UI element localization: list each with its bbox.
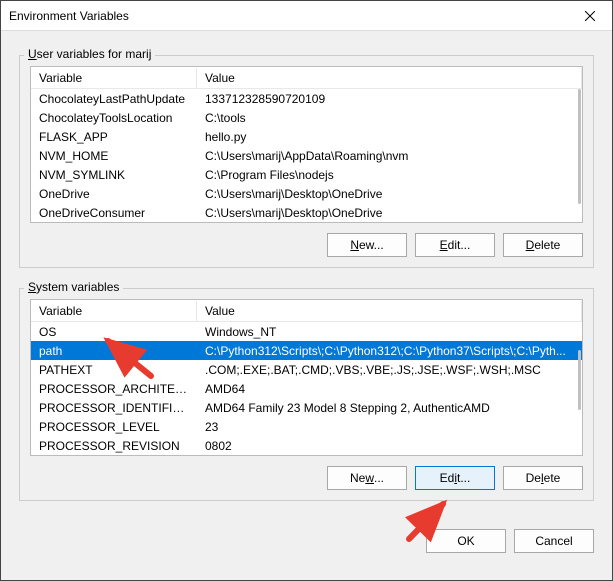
cancel-button[interactable]: Cancel xyxy=(514,529,594,553)
cell-value: AMD64 xyxy=(197,381,582,397)
table-row[interactable]: OneDriveConsumerC:\Users\marij\Desktop\O… xyxy=(31,203,582,222)
user-edit-button[interactable]: Edit... xyxy=(415,233,495,257)
scrollbar-thumb[interactable] xyxy=(578,89,581,204)
table-row[interactable]: FLASK_APPhello.py xyxy=(31,127,582,146)
cell-value: C:\Program Files\nodejs xyxy=(197,167,582,183)
cell-variable: PROCESSOR_REVISION xyxy=(31,438,197,454)
system-variables-label: System variables xyxy=(24,280,123,294)
cell-value: C:\Users\marij\Desktop\OneDrive xyxy=(197,205,582,221)
cell-variable: ChocolateyToolsLocation xyxy=(31,110,197,126)
table-row[interactable]: PROCESSOR_REVISION0802 xyxy=(31,436,582,455)
cell-value: .COM;.EXE;.BAT;.CMD;.VBS;.VBE;.JS;.JSE;.… xyxy=(197,362,582,378)
scrollbar-thumb[interactable] xyxy=(578,350,581,410)
cell-value: 23 xyxy=(197,419,582,435)
system-delete-button[interactable]: Delete xyxy=(503,466,583,490)
cell-variable: OS xyxy=(31,324,197,340)
list-header: Variable Value xyxy=(31,300,582,322)
table-row[interactable]: PATHEXT.COM;.EXE;.BAT;.CMD;.VBS;.VBE;.JS… xyxy=(31,360,582,379)
system-variables-group: System variables Variable Value OSWindow… xyxy=(19,288,594,501)
cell-value: hello.py xyxy=(197,129,582,145)
table-row[interactable]: ChocolateyLastPathUpdate1337123285907201… xyxy=(31,89,582,108)
ok-button[interactable]: OK xyxy=(426,529,506,553)
dialog-buttons-row: OK Cancel xyxy=(1,515,612,553)
cell-variable: FLASK_APP xyxy=(31,129,197,145)
close-button[interactable] xyxy=(567,1,612,31)
column-header-value[interactable]: Value xyxy=(197,68,582,89)
user-new-button[interactable]: New... xyxy=(327,233,407,257)
system-edit-button[interactable]: Edit... xyxy=(415,466,495,490)
table-row[interactable]: PROCESSOR_IDENTIFIERAMD64 Family 23 Mode… xyxy=(31,398,582,417)
cell-value: C:\tools xyxy=(197,110,582,126)
cell-variable: OneDriveConsumer xyxy=(31,205,197,221)
table-row[interactable]: PROCESSOR_LEVEL23 xyxy=(31,417,582,436)
titlebar: Environment Variables xyxy=(1,1,612,31)
dialog-content: User variables for marij Variable Value … xyxy=(1,31,612,515)
user-variables-label: User variables for marij xyxy=(24,47,155,61)
column-header-variable[interactable]: Variable xyxy=(31,301,197,322)
table-row[interactable]: NVM_HOMEC:\Users\marij\AppData\Roaming\n… xyxy=(31,146,582,165)
cell-value: AMD64 Family 23 Model 8 Stepping 2, Auth… xyxy=(197,400,582,416)
close-icon xyxy=(585,11,595,21)
column-header-value[interactable]: Value xyxy=(197,301,582,322)
table-row[interactable]: OSWindows_NT xyxy=(31,322,582,341)
list-header: Variable Value xyxy=(31,67,582,89)
cell-value: 133712328590720109 xyxy=(197,91,582,107)
cell-variable: NVM_SYMLINK xyxy=(31,167,197,183)
cell-value: C:\Python312\Scripts\;C:\Python312\;C:\P… xyxy=(197,343,582,359)
table-row[interactable]: NVM_SYMLINKC:\Program Files\nodejs xyxy=(31,165,582,184)
column-header-variable[interactable]: Variable xyxy=(31,68,197,89)
cell-value: C:\Users\marij\Desktop\OneDrive xyxy=(197,186,582,202)
cell-variable: OneDrive xyxy=(31,186,197,202)
cell-value: C:\Users\marij\AppData\Roaming\nvm xyxy=(197,148,582,164)
cell-variable: PATHEXT xyxy=(31,362,197,378)
system-variables-list[interactable]: Variable Value OSWindows_NTpathC:\Python… xyxy=(30,299,583,456)
user-delete-button[interactable]: Delete xyxy=(503,233,583,257)
cell-value: Windows_NT xyxy=(197,324,582,340)
table-row[interactable]: ChocolateyToolsLocationC:\tools xyxy=(31,108,582,127)
cell-variable: PROCESSOR_ARCHITECTURE xyxy=(31,381,197,397)
cell-variable: ChocolateyLastPathUpdate xyxy=(31,91,197,107)
cell-variable: path xyxy=(31,343,197,359)
cell-variable: NVM_HOME xyxy=(31,148,197,164)
user-variables-group: User variables for marij Variable Value … xyxy=(19,55,594,268)
cell-variable: PROCESSOR_LEVEL xyxy=(31,419,197,435)
user-buttons-row: New... Edit... Delete xyxy=(30,233,583,257)
system-new-button[interactable]: New... xyxy=(327,466,407,490)
table-row[interactable]: PROCESSOR_ARCHITECTUREAMD64 xyxy=(31,379,582,398)
cell-variable: PROCESSOR_IDENTIFIER xyxy=(31,400,197,416)
user-variables-list[interactable]: Variable Value ChocolateyLastPathUpdate1… xyxy=(30,66,583,223)
table-row[interactable]: pathC:\Python312\Scripts\;C:\Python312\;… xyxy=(31,341,582,360)
environment-variables-dialog: Environment Variables User variables for… xyxy=(0,0,613,581)
window-title: Environment Variables xyxy=(9,9,129,23)
cell-value: 0802 xyxy=(197,438,582,454)
table-row[interactable]: OneDriveC:\Users\marij\Desktop\OneDrive xyxy=(31,184,582,203)
system-buttons-row: New... Edit... Delete xyxy=(30,466,583,490)
